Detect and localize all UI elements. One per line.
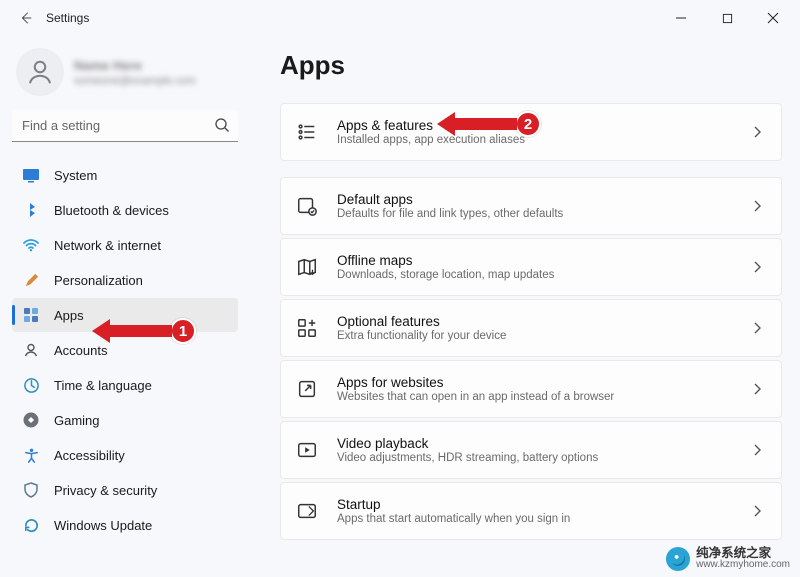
- nav-item-time[interactable]: Time & language: [12, 368, 238, 402]
- card-video-playback[interactable]: Video playback Video adjustments, HDR st…: [280, 421, 782, 479]
- chevron-right-icon: [751, 261, 763, 273]
- nav-item-accessibility[interactable]: Accessibility: [12, 438, 238, 472]
- nav-label: Gaming: [54, 413, 100, 428]
- grid-plus-icon: [295, 316, 319, 340]
- settings-list: Apps & features Installed apps, app exec…: [280, 103, 782, 540]
- nav-label: Windows Update: [54, 518, 152, 533]
- shield-icon: [22, 481, 40, 499]
- card-apps-websites[interactable]: Apps for websites Websites that can open…: [280, 360, 782, 418]
- card-subtitle: Extra functionality for your device: [337, 330, 751, 342]
- minimize-icon: [675, 12, 687, 24]
- nav-label: Accounts: [54, 343, 107, 358]
- nav-item-bluetooth[interactable]: Bluetooth & devices: [12, 193, 238, 227]
- minimize-button[interactable]: [658, 2, 704, 34]
- startup-icon: [295, 499, 319, 523]
- nav-label: Time & language: [54, 378, 152, 393]
- video-icon: [295, 438, 319, 462]
- chevron-right-icon: [751, 322, 763, 334]
- chevron-right-icon: [751, 505, 763, 517]
- close-button[interactable]: [750, 2, 796, 34]
- nav-label: Apps: [54, 308, 84, 323]
- card-subtitle: Apps that start automatically when you s…: [337, 513, 751, 525]
- person-icon: [25, 57, 55, 87]
- titlebar: Settings: [0, 0, 800, 36]
- nav-item-gaming[interactable]: Gaming: [12, 403, 238, 437]
- nav-label: Personalization: [54, 273, 143, 288]
- update-icon: [22, 516, 40, 534]
- card-title: Apps for websites: [337, 375, 751, 390]
- window-title: Settings: [46, 11, 89, 25]
- callout-badge-2: 2: [515, 111, 541, 137]
- wifi-icon: [22, 236, 40, 254]
- back-button[interactable]: [12, 4, 40, 32]
- maximize-button[interactable]: [704, 2, 750, 34]
- paintbrush-icon: [22, 271, 40, 289]
- sidebar: Name Here someone@example.com System: [0, 36, 250, 577]
- card-title: Default apps: [337, 192, 751, 207]
- account-text: Name Here someone@example.com: [74, 58, 196, 87]
- nav-label: Network & internet: [54, 238, 161, 253]
- open-external-icon: [295, 377, 319, 401]
- watermark-logo-icon: [666, 547, 690, 571]
- card-subtitle: Defaults for file and link types, other …: [337, 208, 751, 220]
- card-default-apps[interactable]: Default apps Defaults for file and link …: [280, 177, 782, 235]
- display-icon: [22, 166, 40, 184]
- arrow-left-icon: [19, 11, 33, 25]
- watermark: 纯净系统之家 www.kzmyhome.com: [666, 547, 790, 571]
- card-subtitle: Websites that can open in an app instead…: [337, 391, 751, 403]
- default-apps-icon: [295, 194, 319, 218]
- nav-label: Privacy & security: [54, 483, 157, 498]
- list-settings-icon: [295, 120, 319, 144]
- callout-arrow-2: 2: [437, 111, 541, 137]
- card-subtitle: Downloads, storage location, map updates: [337, 269, 751, 281]
- card-title: Startup: [337, 497, 751, 512]
- page-title: Apps: [280, 50, 782, 81]
- callout-badge-1: 1: [170, 318, 196, 344]
- search-input[interactable]: [12, 110, 238, 142]
- avatar: [16, 48, 64, 96]
- card-title: Optional features: [337, 314, 751, 329]
- card-startup[interactable]: Startup Apps that start automatically wh…: [280, 482, 782, 540]
- card-offline-maps[interactable]: Offline maps Downloads, storage location…: [280, 238, 782, 296]
- chevron-right-icon: [751, 444, 763, 456]
- card-optional-features[interactable]: Optional features Extra functionality fo…: [280, 299, 782, 357]
- nav-item-privacy[interactable]: Privacy & security: [12, 473, 238, 507]
- card-subtitle: Video adjustments, HDR streaming, batter…: [337, 452, 751, 464]
- account-name: Name Here: [74, 58, 196, 73]
- nav-label: Bluetooth & devices: [54, 203, 169, 218]
- account-email: someone@example.com: [74, 75, 196, 87]
- chevron-right-icon: [751, 126, 763, 138]
- apps-icon: [22, 306, 40, 324]
- maximize-icon: [722, 13, 733, 24]
- card-title: Apps & features: [337, 118, 751, 133]
- accounts-icon: [22, 341, 40, 359]
- gaming-icon: [22, 411, 40, 429]
- nav-item-network[interactable]: Network & internet: [12, 228, 238, 262]
- card-title: Video playback: [337, 436, 751, 451]
- chevron-right-icon: [751, 383, 763, 395]
- accessibility-icon: [22, 446, 40, 464]
- watermark-url: www.kzmyhome.com: [696, 560, 790, 571]
- account-block[interactable]: Name Here someone@example.com: [12, 44, 238, 110]
- bluetooth-icon: [22, 201, 40, 219]
- clock-globe-icon: [22, 376, 40, 394]
- nav-list: System Bluetooth & devices Network & int…: [12, 158, 238, 542]
- map-icon: [295, 255, 319, 279]
- card-title: Offline maps: [337, 253, 751, 268]
- callout-arrow-1: 1: [92, 318, 196, 344]
- close-icon: [767, 12, 779, 24]
- nav-label: Accessibility: [54, 448, 125, 463]
- chevron-right-icon: [751, 200, 763, 212]
- nav-item-system[interactable]: System: [12, 158, 238, 192]
- search-icon: [214, 117, 230, 133]
- card-subtitle: Installed apps, app execution aliases: [337, 134, 751, 146]
- nav-item-update[interactable]: Windows Update: [12, 508, 238, 542]
- nav-label: System: [54, 168, 97, 183]
- nav-item-personalization[interactable]: Personalization: [12, 263, 238, 297]
